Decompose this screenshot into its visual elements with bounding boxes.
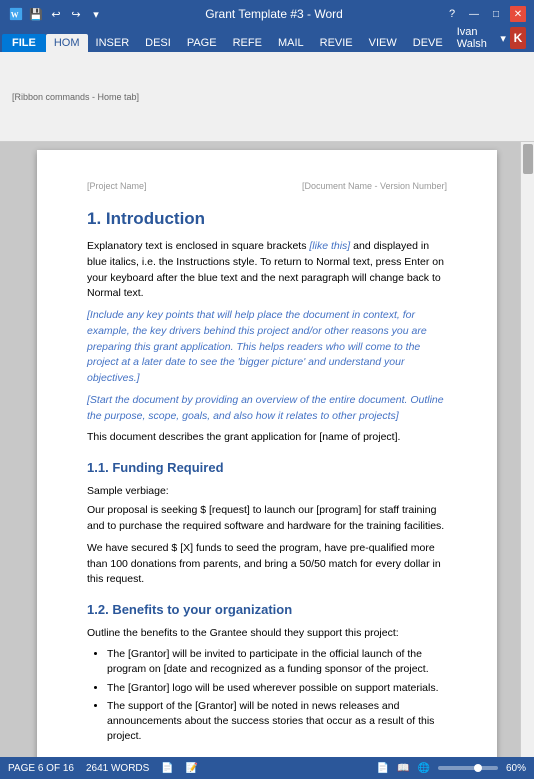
title-bar-title: Grant Template #3 - Word: [104, 7, 444, 21]
undo-qa-icon[interactable]: ↩: [48, 6, 64, 22]
title-bar-left: W 💾 ↩ ↪ ▾: [8, 6, 104, 22]
dropdown-qa-icon[interactable]: ▾: [88, 6, 104, 22]
section12-heading: 1.2. Benefits to your organization: [87, 600, 447, 620]
status-bar-right: 📄 📖 🌐 60%: [377, 763, 526, 774]
user-avatar: K: [510, 27, 526, 49]
close-button[interactable]: ✕: [510, 6, 526, 22]
funding-p2: We have secured $ [X] funds to seed the …: [87, 541, 447, 588]
ribbon-content: [Ribbon commands - Home tab]: [0, 52, 534, 142]
maximize-button[interactable]: □: [488, 6, 504, 22]
zoom-percent[interactable]: 60%: [506, 763, 526, 774]
intro-italic2: [Start the document by providing an over…: [87, 393, 447, 425]
word-icon: W: [8, 6, 24, 22]
tab-references[interactable]: REFE: [225, 34, 270, 52]
funding-p1: Our proposal is seeking $ [request] to l…: [87, 503, 447, 535]
tab-view[interactable]: VIEW: [361, 34, 405, 52]
page-header: [Project Name] [Document Name - Version …: [87, 180, 447, 194]
section1-heading: 1. Introduction: [87, 206, 447, 232]
sample-verbiage-label: Sample verbiage:: [87, 484, 447, 500]
list-item: The [Grantor] logo will be used wherever…: [107, 681, 447, 696]
intro-italic1: [Include any key points that will help p…: [87, 308, 447, 387]
section11-heading: 1.1. Funding Required: [87, 458, 447, 478]
header-doc-name: [Document Name - Version Number]: [302, 180, 447, 194]
document-area[interactable]: [Project Name] [Document Name - Version …: [0, 142, 534, 757]
tab-home[interactable]: HOM: [46, 34, 88, 52]
view-icon-web[interactable]: 🌐: [418, 763, 430, 774]
zoom-thumb: [474, 764, 482, 772]
title-bar-right: ? — □ ✕: [444, 6, 526, 22]
tab-file[interactable]: FILE: [2, 34, 46, 52]
benefits-outline: Outline the benefits to the Grantee shou…: [87, 626, 447, 642]
ribbon-placeholder: [Ribbon commands - Home tab]: [12, 92, 139, 102]
document-page: [Project Name] [Document Name - Version …: [37, 150, 497, 757]
help-icon[interactable]: ?: [444, 6, 460, 22]
user-menu[interactable]: Ivan Walsh ▾ K: [451, 24, 532, 52]
status-bar: PAGE 6 OF 16 2641 WORDS 📄 📝 📄 📖 🌐 60%: [0, 757, 534, 779]
tab-design[interactable]: DESI: [137, 34, 179, 52]
minimize-button[interactable]: —: [466, 6, 482, 22]
tab-insert[interactable]: INSER: [88, 34, 138, 52]
view-icon-print[interactable]: 📄: [377, 763, 389, 774]
svg-text:W: W: [11, 11, 19, 20]
scroll-track[interactable]: [520, 142, 534, 757]
intro-normal3: This document describes the grant applic…: [87, 430, 447, 446]
list-item: The support of the [Grantor] will be not…: [107, 699, 447, 743]
list-item: The [Grantor] will be invited to partici…: [107, 647, 447, 676]
redo-qa-icon[interactable]: ↪: [68, 6, 84, 22]
tab-page[interactable]: PAGE: [179, 34, 225, 52]
benefits-list: The [Grantor] will be invited to partici…: [107, 647, 447, 743]
tab-mail[interactable]: MAIL: [270, 34, 312, 52]
zoom-slider[interactable]: [438, 766, 498, 770]
section13-heading: 1.3. Statement of Need: [87, 755, 447, 757]
word-count: 2641 WORDS: [86, 763, 149, 774]
language-icon: 📄: [161, 763, 173, 774]
page-info: PAGE 6 OF 16: [8, 763, 74, 774]
header-project-name: [Project Name]: [87, 180, 147, 194]
ribbon-tabs: FILE HOM INSER DESI PAGE REFE MAIL REVIE…: [0, 28, 534, 52]
save-qa-icon[interactable]: 💾: [28, 6, 44, 22]
user-name: Ivan Walsh: [457, 26, 497, 50]
track-icon: 📝: [186, 763, 198, 774]
tab-developer[interactable]: DEVE: [405, 34, 451, 52]
intro-paragraph: Explanatory text is enclosed in square b…: [87, 239, 447, 302]
view-icon-read[interactable]: 📖: [397, 763, 409, 774]
scroll-thumb[interactable]: [523, 144, 533, 174]
tab-review[interactable]: REVIE: [312, 34, 361, 52]
